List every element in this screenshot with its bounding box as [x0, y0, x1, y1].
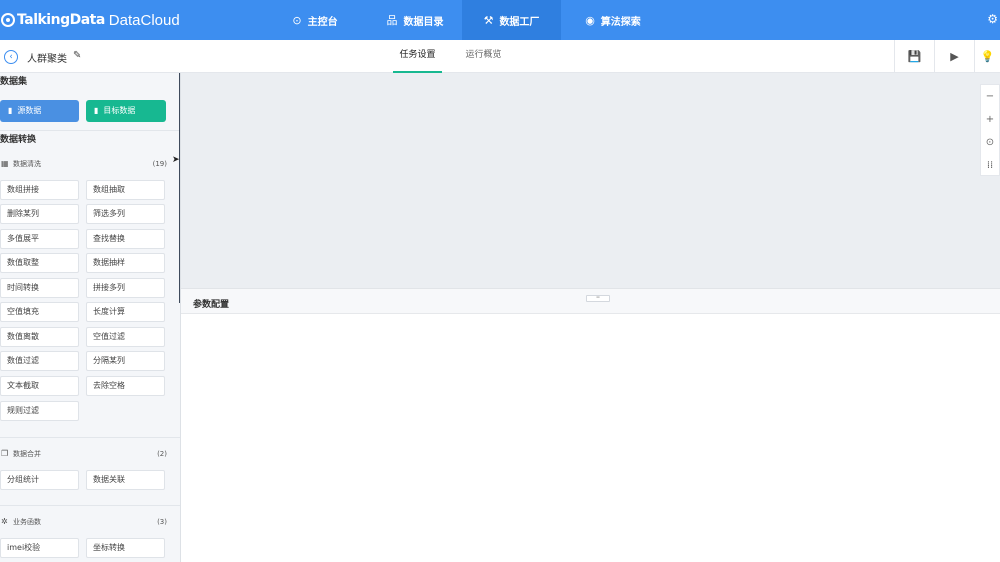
list-item[interactable]: 分隔某列: [86, 351, 165, 371]
task-toolbar: ‹ 人群聚类 ✎ 任务设置 运行概览 💾 ▶ 💡: [0, 40, 1000, 73]
workflow-canvas[interactable]: [181, 73, 1000, 288]
transform-section-title: 数据转换: [0, 135, 37, 145]
source-data-label: 源数据: [17, 106, 42, 115]
nav-data-factory[interactable]: ⚒ 数据工厂: [462, 0, 561, 40]
target-data-button[interactable]: ▮ 目标数据: [86, 100, 166, 122]
group-count: (3): [157, 518, 167, 526]
list-item[interactable]: 拼接多列: [86, 278, 165, 298]
lightbulb-icon[interactable]: 💡: [974, 40, 1000, 73]
back-arrow-icon[interactable]: ‹: [4, 50, 18, 64]
list-item[interactable]: 数值取整: [0, 253, 79, 273]
list-item[interactable]: 去除空格: [86, 376, 165, 396]
copy-icon: ❐: [1, 449, 9, 458]
logo-icon: [1, 13, 15, 27]
list-item[interactable]: 数值离散: [0, 327, 79, 347]
nav-data-catalog[interactable]: 品 数据目录: [370, 0, 460, 40]
group-count: (19): [152, 160, 167, 168]
params-panel-body: [181, 314, 1000, 562]
divider: [0, 505, 180, 506]
list-item[interactable]: 多值展平: [0, 229, 79, 249]
tab-task-settings[interactable]: 任务设置: [393, 40, 442, 73]
fit-view-icon[interactable]: ⊙: [981, 131, 999, 154]
list-item[interactable]: 数据抽样: [86, 253, 165, 273]
zoom-out-icon[interactable]: −: [981, 85, 999, 108]
list-item[interactable]: 数组抽取: [86, 180, 165, 200]
group-header[interactable]: ✲ 业务函数 (3): [0, 511, 180, 533]
save-icon[interactable]: 💾: [894, 40, 934, 73]
divider: [0, 437, 180, 438]
zoom-in-icon[interactable]: +: [981, 108, 999, 131]
list-item[interactable]: 长度计算: [86, 302, 165, 322]
source-data-button[interactable]: ▮ 源数据: [0, 100, 79, 122]
nav-label: 主控台: [307, 16, 338, 28]
edit-pencil-icon[interactable]: ✎: [73, 50, 81, 61]
params-panel-header: 参数配置 ═: [181, 288, 1000, 314]
list-item[interactable]: 查找替换: [86, 229, 165, 249]
group-count: (2): [157, 450, 167, 458]
building-icon: ▦: [1, 159, 9, 168]
nav-console[interactable]: ⊙ 主控台: [280, 0, 350, 40]
gear-icon[interactable]: ⚙: [987, 12, 998, 26]
list-item[interactable]: 数据关联: [86, 470, 165, 490]
list-item[interactable]: 时间转换: [0, 278, 79, 298]
list-item[interactable]: 坐标转换: [86, 538, 165, 558]
component-sidebar: 数据集 ▮ 源数据 ▮ 目标数据 数据转换 ▦ 数据清洗 (19) 数组拼接 数组抽…: [0, 73, 181, 562]
project-title: 人群聚类: [27, 54, 67, 65]
tab-run-overview[interactable]: 运行概览: [459, 40, 508, 73]
list-item[interactable]: 规则过滤: [0, 401, 79, 421]
group-label: 数据合并: [13, 450, 41, 458]
zoom-controls: − + ⊙ ⁞⁞: [980, 84, 1000, 176]
list-item[interactable]: 空值填充: [0, 302, 79, 322]
nav-label: 算法探索: [600, 16, 641, 28]
list-item[interactable]: 数组拼接: [0, 180, 79, 200]
list-item[interactable]: 删除某列: [0, 204, 79, 224]
mouse-cursor-icon: ➤: [172, 155, 180, 165]
group-label: 数据清洗: [13, 160, 41, 168]
nav-label: 数据目录: [403, 16, 444, 28]
group-header[interactable]: ❐ 数据合并 (2): [0, 443, 180, 465]
tools-icon: ⚒: [483, 13, 494, 27]
dashboard-icon: ⊙: [292, 13, 302, 27]
panel-resize-handle[interactable]: ═: [586, 295, 610, 302]
params-title: 参数配置: [193, 300, 230, 310]
logo[interactable]: TalkingData DataCloud: [0, 0, 180, 40]
list-item[interactable]: 筛选多列: [86, 204, 165, 224]
nav-label: 数据工厂: [499, 16, 540, 28]
list-item[interactable]: 数值过滤: [0, 351, 79, 371]
target-data-label: 目标数据: [103, 106, 136, 115]
target-icon: ◉: [585, 13, 595, 27]
nav-algorithm-explore[interactable]: ◉ 算法探索: [568, 0, 658, 40]
group-header[interactable]: ▦ 数据清洗 (19): [0, 153, 180, 175]
list-item[interactable]: 分组统计: [0, 470, 79, 490]
run-icon[interactable]: ▶: [934, 40, 974, 73]
document-icon: ▮: [94, 106, 99, 115]
grid-layout-icon[interactable]: ⁞⁞: [981, 154, 999, 177]
dataset-section-title: 数据集: [0, 77, 28, 87]
list-item[interactable]: 文本截取: [0, 376, 79, 396]
list-item[interactable]: 空值过滤: [86, 327, 165, 347]
cog-icon: ✲: [1, 517, 8, 526]
document-icon: ▮: [8, 106, 13, 115]
logo-text-light: DataCloud: [108, 11, 180, 29]
list-item[interactable]: imei校验: [0, 538, 79, 558]
group-label: 业务函数: [13, 518, 41, 526]
logo-text-strong: TalkingData: [17, 12, 105, 28]
sitemap-icon: 品: [386, 14, 398, 27]
top-nav-bar: TalkingData DataCloud ⊙ 主控台 品 数据目录 ⚒ 数据工…: [0, 0, 1000, 40]
